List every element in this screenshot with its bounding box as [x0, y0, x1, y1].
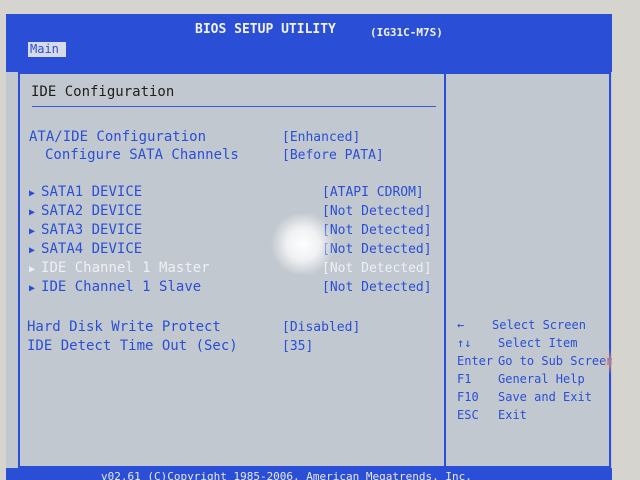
sata3-device-value: [Not Detected]	[322, 223, 432, 238]
ide-channel-1-slave-item[interactable]: ▶ IDE Channel 1 Slave	[29, 279, 201, 295]
sata1-device-label: SATA1 DEVICE	[41, 184, 143, 200]
triangle-right-icon: ▶	[29, 264, 36, 275]
sata3-device-item[interactable]: ▶ SATA3 DEVICE	[29, 222, 142, 238]
sata2-device-item[interactable]: ▶ SATA2 DEVICE	[29, 203, 142, 219]
sata2-device-label: SATA2 DEVICE	[41, 203, 143, 219]
ide-detect-time-out-value[interactable]: [35]	[282, 339, 313, 354]
help-desc-select-screen: Select Screen	[492, 318, 586, 332]
ata-ide-configuration-item[interactable]: ATA/IDE Configuration	[29, 129, 206, 145]
triangle-right-icon: ▶	[29, 283, 36, 294]
configure-sata-channels-value[interactable]: [Before PATA]	[282, 148, 384, 163]
help-key-left-arrow: ←	[457, 318, 465, 332]
triangle-right-icon: ▶	[29, 207, 36, 218]
ide-channel-1-slave-value: [Not Detected]	[322, 280, 432, 295]
sata3-device-label: SATA3 DEVICE	[41, 222, 143, 238]
help-desc-select-item: Select Item	[498, 336, 578, 350]
configure-sata-channels-item[interactable]: Configure SATA Channels	[45, 147, 239, 163]
help-desc-save-exit: Save and Exit	[498, 390, 592, 404]
help-desc-sub-screen: Go to Sub Screen	[498, 354, 612, 368]
ata-ide-configuration-value[interactable]: [Enhanced]	[282, 130, 360, 145]
copyright-footer: v02.61 (C)Copyright 1985-2006, American …	[6, 468, 612, 480]
ide-detect-time-out-item[interactable]: IDE Detect Time Out (Sec)	[27, 338, 238, 354]
bios-screen: BIOS SETUP UTILITY (IG31C-M7S) Main IDE …	[6, 14, 612, 480]
board-model: (IG31C-M7S)	[370, 26, 443, 39]
sata4-device-value: [Not Detected]	[322, 242, 432, 257]
help-divider	[444, 74, 446, 470]
ide-channel-1-master-value: [Not Detected]	[322, 261, 432, 276]
sata4-device-label: SATA4 DEVICE	[41, 241, 143, 257]
title-bar: BIOS SETUP UTILITY (IG31C-M7S)	[6, 14, 612, 42]
bios-title: BIOS SETUP UTILITY	[195, 22, 336, 37]
triangle-right-icon: ▶	[29, 245, 36, 256]
help-key-enter: Enter	[457, 354, 494, 368]
ide-channel-1-master-item[interactable]: ▶ IDE Channel 1 Master	[29, 260, 210, 276]
copyright-text: v02.61 (C)Copyright 1985-2006, American …	[101, 470, 472, 480]
camera-glare	[268, 214, 338, 274]
sata2-device-value: [Not Detected]	[322, 204, 432, 219]
triangle-right-icon: ▶	[29, 226, 36, 237]
hard-disk-write-protect-item[interactable]: Hard Disk Write Protect	[27, 319, 221, 335]
help-desc-general-help: General Help	[498, 372, 585, 386]
hard-disk-write-protect-value[interactable]: [Disabled]	[282, 320, 360, 335]
tab-main[interactable]: Main	[28, 42, 66, 57]
help-key-f10: F10	[457, 390, 479, 404]
sata1-device-value: [ATAPI CDROM]	[322, 185, 424, 200]
help-key-esc: ESC	[457, 408, 479, 422]
triangle-right-icon: ▶	[29, 188, 36, 199]
sata1-device-item[interactable]: ▶ SATA1 DEVICE	[29, 184, 142, 200]
section-title: IDE Configuration	[31, 84, 175, 100]
ide-channel-1-master-label: IDE Channel 1 Master	[41, 260, 210, 276]
help-desc-exit: Exit	[498, 408, 527, 422]
help-key-f1: F1	[457, 372, 472, 386]
section-divider	[32, 106, 436, 107]
camera-glare-small	[601, 350, 612, 374]
help-key-up-down: ↑↓	[457, 336, 472, 350]
sata4-device-item[interactable]: ▶ SATA4 DEVICE	[29, 241, 142, 257]
tab-bar: Main	[6, 42, 612, 72]
ide-channel-1-slave-label: IDE Channel 1 Slave	[41, 279, 202, 295]
